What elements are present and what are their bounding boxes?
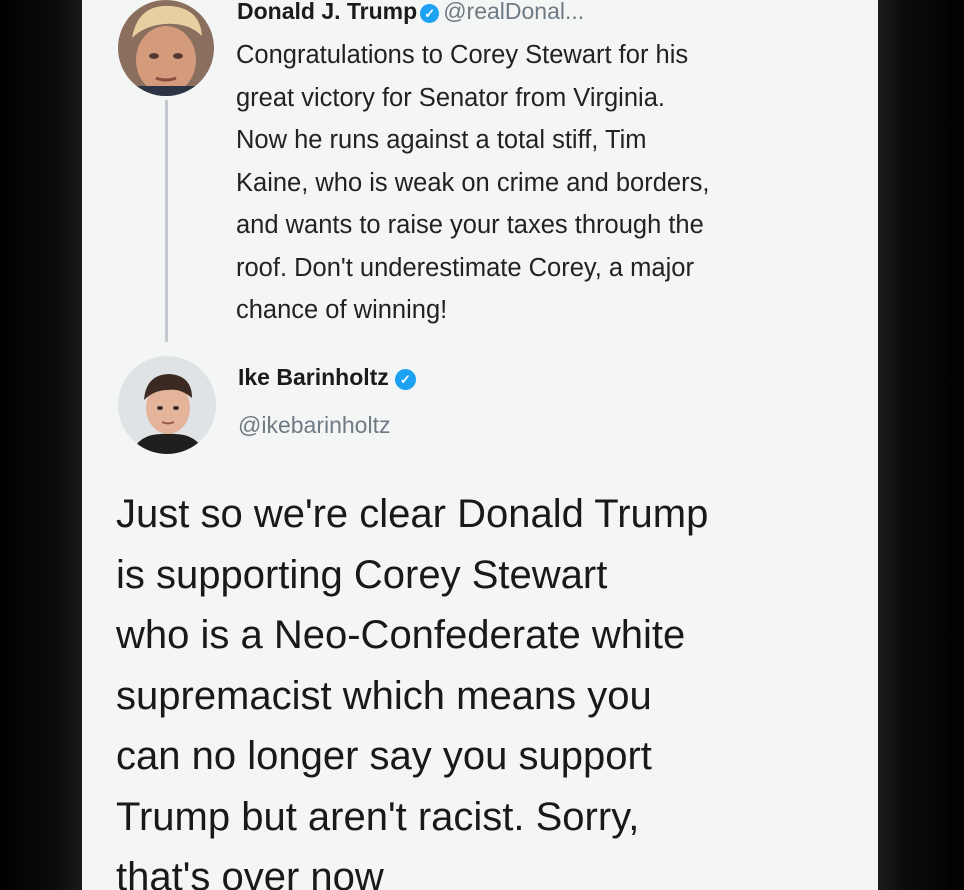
tweet-line: is supporting Corey Stewart [116,552,608,597]
tweet-line: supremacist which means you [116,673,652,718]
tweet-line: chance of winning! [236,296,448,324]
ike-author-handle[interactable]: @ikebarinholtz [238,412,390,439]
right-frame [878,0,964,890]
left-frame [0,0,82,890]
ike-author-name-row: Ike Barinholtz ✓ [238,364,420,391]
tweet-line: Trump but aren't racist. Sorry, [116,794,640,839]
tweet-line: Congratulations to Corey Stewart for his [236,41,689,69]
tweet-line: and wants to raise your taxes through th… [236,211,704,239]
trump-author-name[interactable]: Donald J. Trump [237,0,417,24]
tweet-line: Just so we're clear Donald Trump [116,492,709,536]
tweet-line: that's over now [116,855,384,890]
verified-badge-icon: ✓ [420,4,440,23]
tweet-line: who is a Neo-Confederate white [116,613,686,657]
trump-author-handle[interactable]: @realDonal... [443,0,584,24]
verified-badge-icon: ✓ [394,369,416,390]
ike-tweet-text: Just so we're clear Donald Trump is supp… [116,484,856,890]
tweet-line: great victory for Senator from Virginia. [236,83,665,112]
tweet-line: Kaine, who is weak on crime and borders, [236,168,710,197]
trump-header: Donald J. Trump ✓ @realDonal... [237,0,584,26]
tweet-line: can no longer say you support [116,734,652,778]
trump-tweet-text: Congratulations to Corey Stewart for his… [236,34,851,332]
tweet-line: roof. Don't underestimate Corey, a major [236,253,694,282]
trump-avatar[interactable] [118,0,214,96]
tweet-screen: Donald J. Trump ✓ @realDonal... Congratula… [82,0,878,890]
reply-thread-line [165,100,168,342]
tweet-line: Now he runs against a total stiff, Tim [236,126,647,154]
ike-author-name[interactable]: Ike Barinholtz [238,364,389,390]
ike-avatar[interactable] [118,356,216,454]
